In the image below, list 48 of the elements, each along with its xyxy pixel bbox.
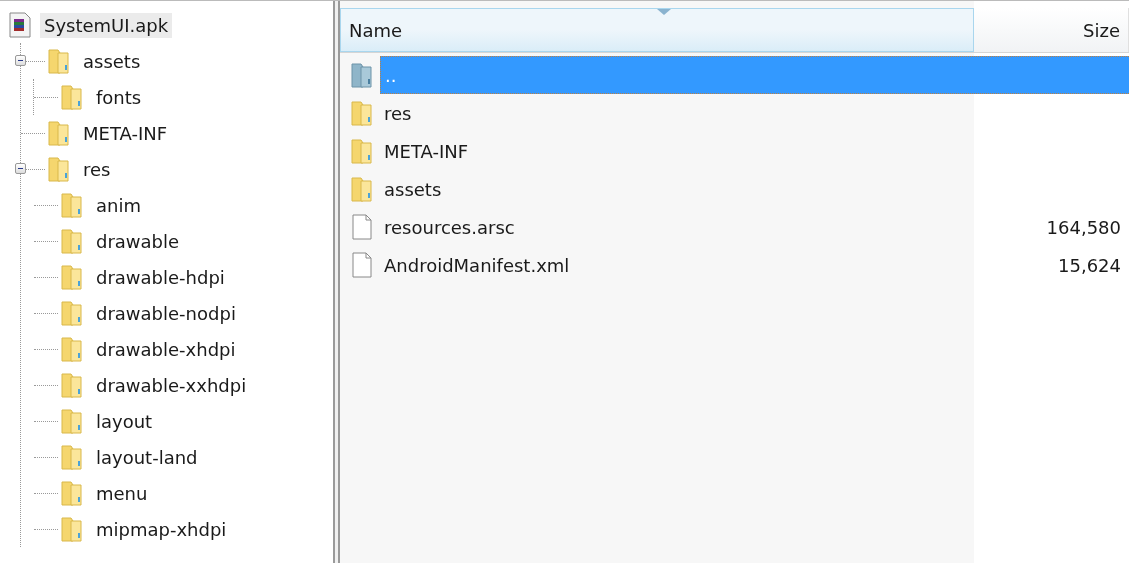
file-icon xyxy=(350,213,374,241)
tree-item[interactable]: assets xyxy=(79,48,145,74)
archive-icon xyxy=(8,11,32,39)
tree-item[interactable]: anim xyxy=(92,192,145,218)
tree-item[interactable]: mipmap-xhdpi xyxy=(92,516,231,542)
tree-item[interactable]: drawable-nodpi xyxy=(92,300,240,326)
folder-icon xyxy=(60,479,84,507)
file-size: 15,624 xyxy=(1057,253,1122,278)
file-icon xyxy=(350,251,374,279)
sort-arrow-icon xyxy=(657,9,671,15)
tree-item[interactable]: drawable-xxhdpi xyxy=(92,372,251,398)
tree-item[interactable]: fonts xyxy=(92,84,146,110)
tree-item[interactable]: layout xyxy=(92,408,157,434)
folder-icon xyxy=(60,515,84,543)
folder-icon xyxy=(60,335,84,363)
file-size: 164,580 xyxy=(1045,215,1122,240)
tree-item[interactable]: META-INF xyxy=(79,120,172,146)
folder-icon xyxy=(60,227,84,255)
column-header[interactable]: Name xyxy=(340,8,974,52)
tree-item[interactable]: menu xyxy=(92,480,152,506)
file-name[interactable]: assets xyxy=(380,170,1129,208)
folder-icon xyxy=(60,407,84,435)
folder-icon xyxy=(60,299,84,327)
folder-icon xyxy=(350,137,374,165)
file-name[interactable]: META-INF xyxy=(380,132,1129,170)
folder-icon xyxy=(47,119,71,147)
tree-item[interactable]: drawable-xhdpi xyxy=(92,336,240,362)
folder-icon xyxy=(47,155,71,183)
tree-item[interactable]: drawable-hdpi xyxy=(92,264,229,290)
folder-icon xyxy=(60,83,84,111)
tree-item[interactable]: SystemUI.apk xyxy=(40,12,173,38)
collapse-toggle[interactable] xyxy=(15,55,26,66)
folder-icon xyxy=(60,263,84,291)
tree-item[interactable]: res xyxy=(79,156,115,182)
folder-icon xyxy=(60,191,84,219)
folder-icon xyxy=(47,47,71,75)
column-header[interactable]: Size xyxy=(974,8,1129,52)
collapse-toggle[interactable] xyxy=(15,163,26,174)
file-name[interactable]: resources.arsc xyxy=(380,208,974,246)
file-name[interactable]: res xyxy=(380,94,1129,132)
folder-icon xyxy=(350,99,374,127)
folder-icon xyxy=(60,443,84,471)
file-name[interactable]: AndroidManifest.xml xyxy=(380,246,974,284)
folder-icon xyxy=(350,175,374,203)
tree-item[interactable]: layout-land xyxy=(92,444,202,470)
folder-icon xyxy=(60,371,84,399)
tree-item[interactable]: drawable xyxy=(92,228,184,254)
folder-icon xyxy=(350,61,374,89)
